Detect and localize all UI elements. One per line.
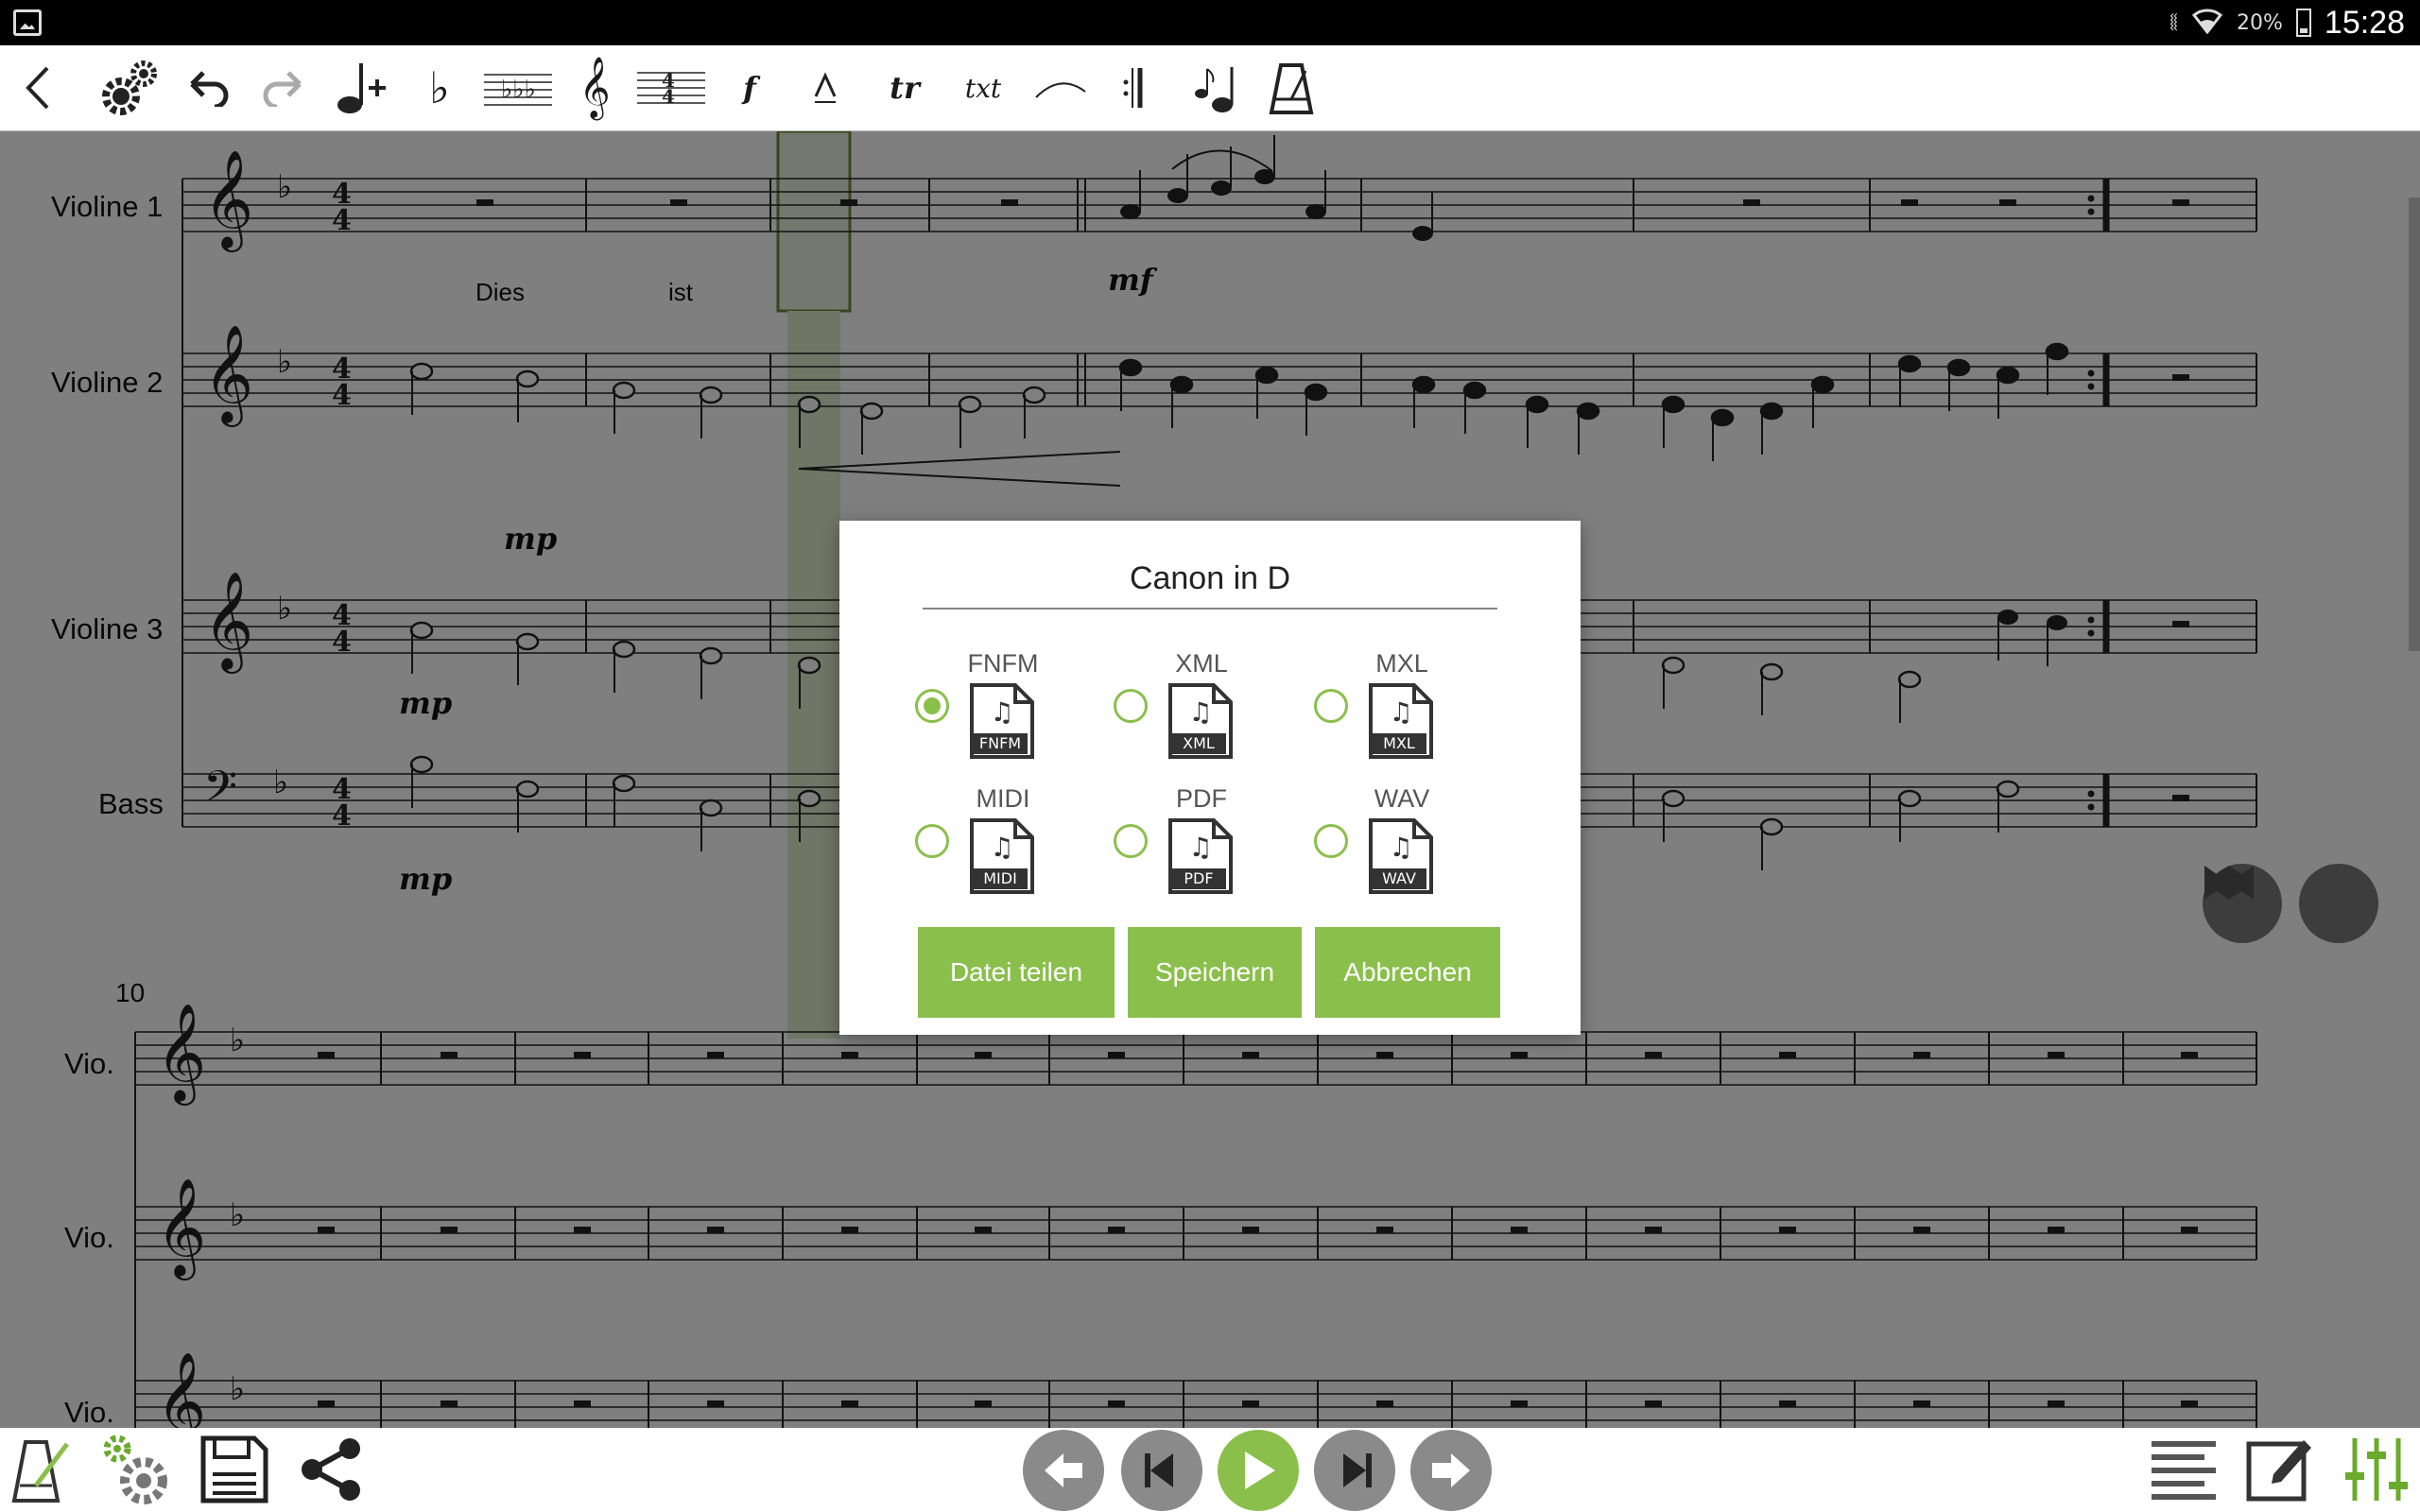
text-icon[interactable]: txt bbox=[957, 45, 1010, 130]
format-option-fnfm[interactable]: FNFM ♫ FNFM bbox=[915, 649, 1057, 772]
repeat-bar-icon[interactable] bbox=[1115, 45, 1153, 130]
step-back-icon[interactable] bbox=[1121, 1430, 1202, 1511]
format-option-midi[interactable]: MIDI ♫ MIDI bbox=[915, 784, 1057, 907]
accent-icon[interactable] bbox=[802, 45, 849, 130]
time-signature-icon[interactable]: 44 bbox=[633, 45, 709, 130]
share-icon[interactable] bbox=[293, 1432, 369, 1507]
format-option-wav[interactable]: WAV ♫ WAV bbox=[1314, 784, 1456, 907]
key-signature-icon[interactable]: ♭♭♭ bbox=[480, 45, 556, 130]
undo-icon[interactable] bbox=[182, 45, 236, 130]
back-icon[interactable] bbox=[13, 45, 60, 130]
gallery-icon bbox=[13, 9, 42, 36]
export-dialog: Canon in D FNFM ♫ FNFM XML ♫ XML MXL ♫ M… bbox=[839, 521, 1581, 1035]
mute-vibrate-icon: ⧛ bbox=[2169, 8, 2178, 37]
metronome-icon[interactable] bbox=[1263, 45, 1320, 130]
battery-percent: 20% bbox=[2237, 10, 2283, 35]
format-label: WAV bbox=[1374, 784, 1430, 813]
radio-button[interactable] bbox=[915, 689, 949, 723]
format-option-xml[interactable]: XML ♫ XML bbox=[1114, 649, 1255, 772]
clock: 15:28 bbox=[2324, 4, 2405, 41]
svg-text:4: 4 bbox=[662, 85, 675, 108]
radio-button[interactable] bbox=[1314, 824, 1348, 858]
trill-icon[interactable]: tr bbox=[881, 45, 928, 130]
dialog-title-divider bbox=[923, 608, 1497, 610]
status-icons: ⧛ 20% 15:28 bbox=[2169, 0, 2405, 45]
svg-text:♫: ♫ bbox=[990, 832, 1013, 863]
play-icon[interactable] bbox=[1218, 1430, 1299, 1511]
treble-clef-icon[interactable]: 𝄞 bbox=[571, 45, 618, 130]
radio-button[interactable] bbox=[1314, 689, 1348, 723]
add-note-icon[interactable] bbox=[333, 45, 389, 130]
metronome-edit-icon[interactable] bbox=[4, 1432, 79, 1507]
svg-text:♫: ♫ bbox=[1389, 832, 1412, 863]
previous-icon[interactable] bbox=[1023, 1430, 1104, 1511]
format-tag: MIDI bbox=[973, 868, 1028, 889]
format-label: FNFM bbox=[967, 649, 1039, 678]
format-tag: MXL bbox=[1372, 733, 1426, 754]
format-option-pdf[interactable]: PDF ♫ PDF bbox=[1114, 784, 1255, 907]
redo-icon[interactable] bbox=[255, 45, 310, 130]
format-label: MIDI bbox=[976, 784, 1030, 813]
next-icon[interactable] bbox=[1410, 1430, 1492, 1511]
save-disk-icon[interactable] bbox=[197, 1432, 272, 1507]
format-label: XML bbox=[1175, 649, 1228, 678]
status-bar: ⧛ 20% 15:28 bbox=[0, 0, 2420, 45]
grace-note-icon[interactable] bbox=[1187, 45, 1244, 130]
format-tag: WAV bbox=[1372, 868, 1426, 889]
edit-icon[interactable] bbox=[2242, 1432, 2318, 1507]
format-label: PDF bbox=[1176, 784, 1227, 813]
svg-text:♫: ♫ bbox=[1389, 696, 1412, 728]
dynamics-icon[interactable]: f bbox=[726, 45, 773, 130]
radio-button[interactable] bbox=[1114, 689, 1148, 723]
svg-text:♭♭♭: ♭♭♭ bbox=[501, 76, 536, 104]
radio-button[interactable] bbox=[1114, 824, 1148, 858]
save-button[interactable]: Speichern bbox=[1128, 927, 1302, 1018]
format-tag: PDF bbox=[1171, 868, 1226, 889]
svg-text:♫: ♫ bbox=[1188, 696, 1212, 728]
settings-gears-icon[interactable] bbox=[98, 1432, 174, 1507]
dialog-title: Canon in D bbox=[1129, 560, 1291, 596]
slur-icon[interactable] bbox=[1032, 45, 1089, 130]
format-tag: FNFM bbox=[973, 733, 1028, 754]
svg-text:♫: ♫ bbox=[1188, 832, 1212, 863]
settings-icon[interactable] bbox=[95, 45, 164, 130]
notation-toolbar: ♭ ♭♭♭ 𝄞 44 f tr txt bbox=[0, 45, 2420, 131]
format-option-mxl[interactable]: MXL ♫ MXL bbox=[1314, 649, 1456, 772]
bottom-bar bbox=[0, 1428, 2420, 1512]
radio-button[interactable] bbox=[915, 824, 949, 858]
cancel-button[interactable]: Abbrechen bbox=[1315, 927, 1500, 1018]
svg-text:♫: ♫ bbox=[990, 696, 1013, 728]
share-file-button[interactable]: Datei teilen bbox=[918, 927, 1115, 1018]
battery-icon bbox=[2295, 9, 2311, 37]
format-tag: XML bbox=[1171, 733, 1226, 754]
step-forward-icon[interactable] bbox=[1314, 1430, 1395, 1511]
flat-icon[interactable]: ♭ bbox=[416, 45, 463, 130]
mixer-icon[interactable] bbox=[2339, 1432, 2414, 1507]
page-view-icon[interactable] bbox=[2146, 1432, 2221, 1507]
wifi-icon bbox=[2191, 6, 2223, 41]
format-label: MXL bbox=[1375, 649, 1428, 678]
